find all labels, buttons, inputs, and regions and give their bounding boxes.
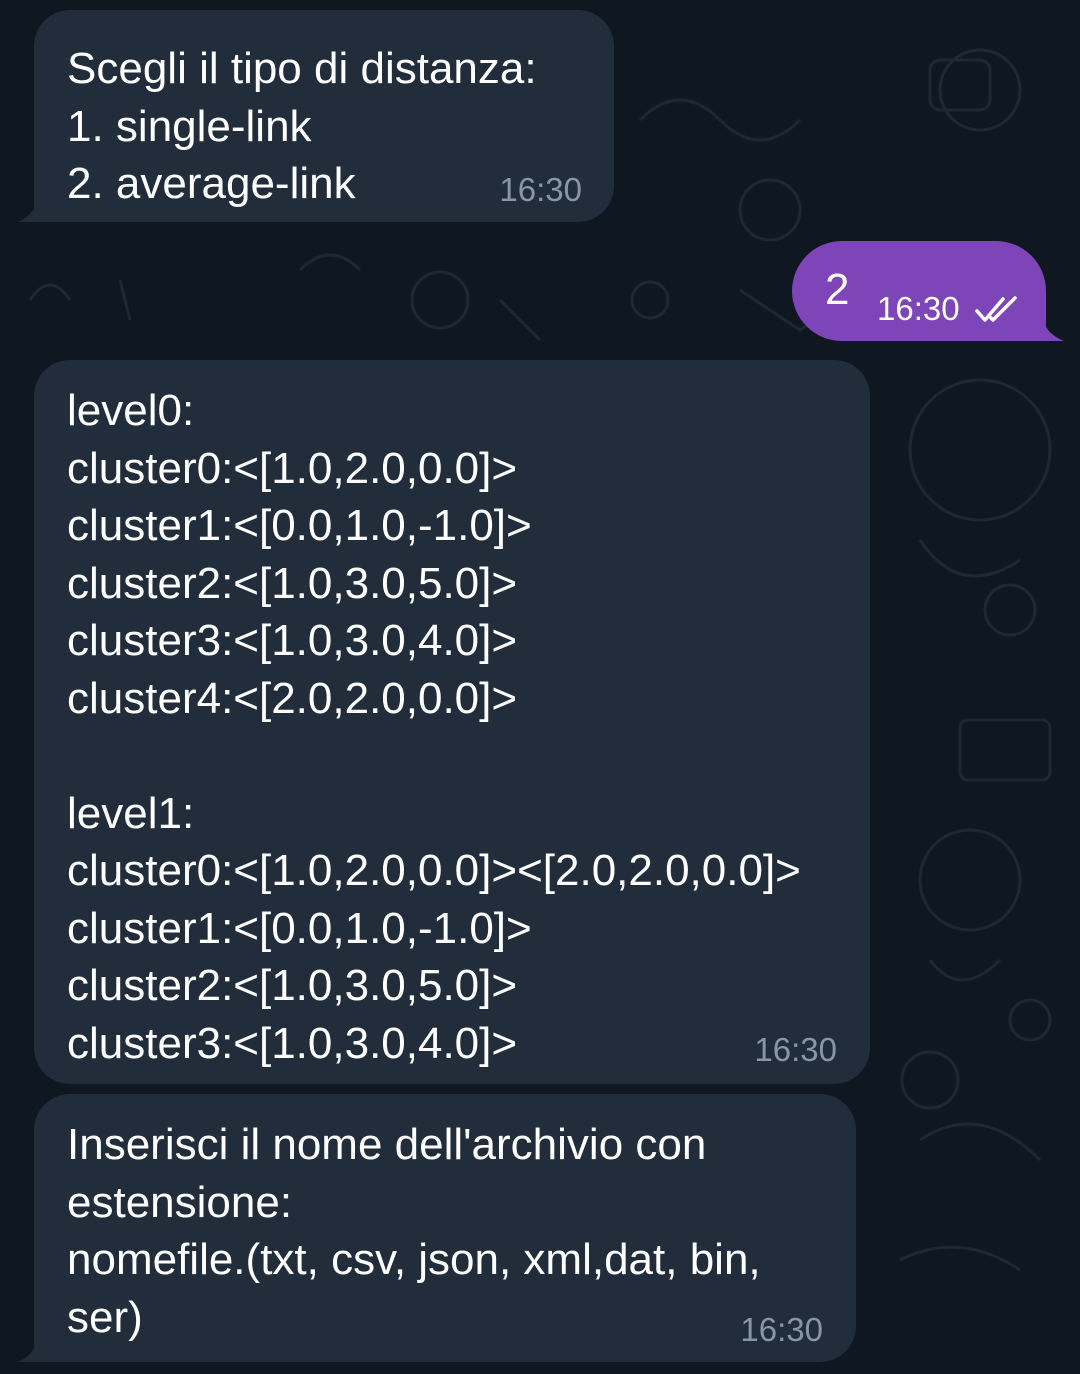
message-line: nomefile.(txt, csv, json, xml,dat, bin,: [67, 1235, 761, 1284]
message-bubble-filename-prompt[interactable]: Inserisci il nome dell'archivio con este…: [34, 1094, 856, 1362]
message-line: estensione:: [67, 1177, 293, 1227]
message-bubble-distance-choice[interactable]: Scegli il tipo di distanza: 1. single-li…: [34, 10, 614, 222]
message-timestamp: 16:30: [754, 1031, 837, 1068]
bubble-tail-icon: [18, 196, 48, 222]
message-line: cluster3:<[1.0,3.0,4.0]>: [67, 1018, 518, 1068]
message-spacer: [67, 727, 870, 785]
double-check-icon: [975, 296, 1017, 322]
message-line: cluster4:<[2.0,2.0,0.0]>: [67, 673, 518, 723]
message-line: cluster0:<[1.0,2.0,0.0]>: [67, 443, 518, 493]
message-text: 2: [825, 265, 850, 314]
message-line: cluster0:<[1.0,2.0,0.0]><[2.0,2.0,0.0]>: [67, 846, 801, 895]
message-bubble-user-reply[interactable]: 2 16:30: [792, 241, 1046, 341]
message-line: Scegli il tipo di distanza:: [67, 44, 537, 93]
message-timestamp: 16:30: [499, 171, 582, 208]
message-line: cluster1:<[0.0,1.0,-1.0]>: [67, 501, 532, 550]
message-line: 1. single-link: [67, 101, 312, 151]
message-timestamp: 16:30: [877, 290, 960, 327]
message-line: cluster3:<[1.0,3.0,4.0]>: [67, 616, 518, 665]
message-line: level1:: [67, 788, 195, 838]
bubble-tail-icon: [18, 1336, 48, 1362]
message-line: level0:: [67, 386, 195, 435]
message-timestamp: 16:30: [740, 1311, 823, 1348]
message-line: cluster1:<[0.0,1.0,-1.0]>: [67, 903, 532, 953]
message-line: ser): [67, 1292, 143, 1342]
bubble-tail-icon: [1030, 315, 1064, 341]
message-line: cluster2:<[1.0,3.0,5.0]>: [67, 558, 518, 608]
message-line: Inserisci il nome dell'archivio con: [67, 1120, 707, 1169]
message-bubble-cluster-levels[interactable]: level0: cluster0:<[1.0,2.0,0.0]> cluster…: [34, 360, 870, 1084]
message-line: cluster2:<[1.0,3.0,5.0]>: [67, 961, 518, 1010]
